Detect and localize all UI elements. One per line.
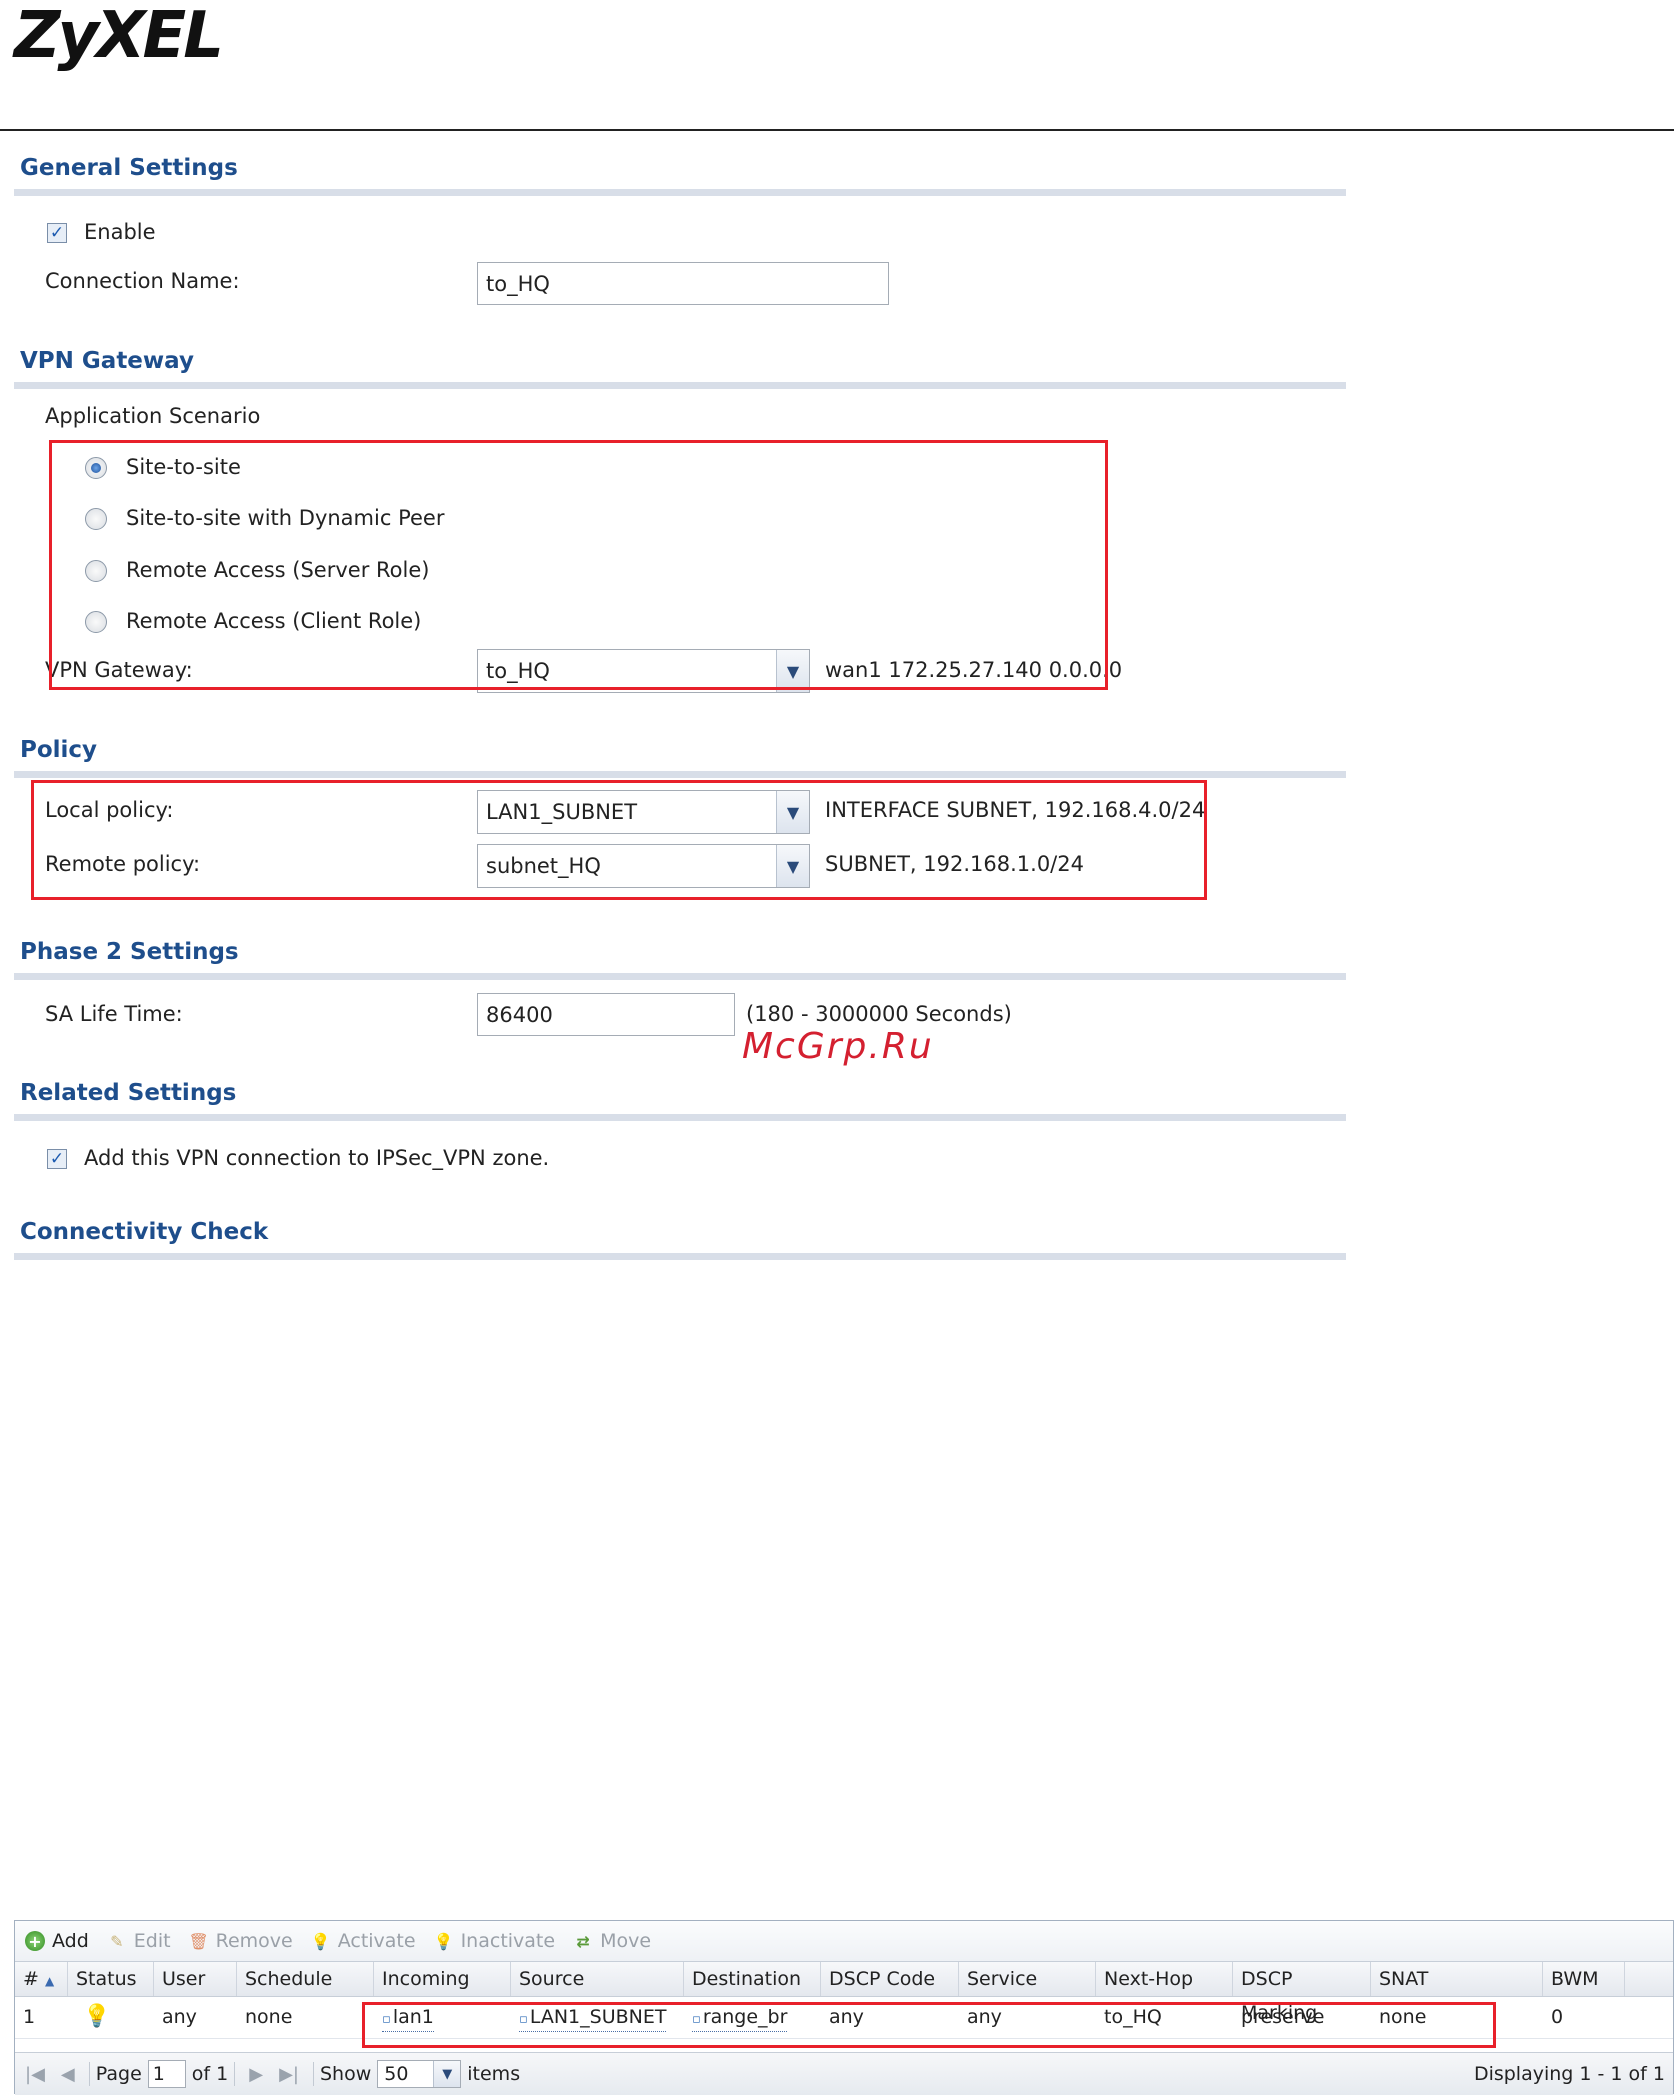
page-number-input[interactable]: 1 [147, 2060, 186, 2088]
inactivate-button[interactable]: 💡 Inactivate [433, 1930, 555, 1952]
enable-checkbox[interactable]: ✓ [47, 223, 67, 243]
column-header-schedule[interactable]: Schedule [237, 1962, 374, 1996]
column-header-number[interactable]: # ▲ [15, 1962, 68, 1996]
connectivity-check-title: Connectivity Check [20, 1219, 269, 1245]
grid-pager: |◀ ◀ Page 1 of 1 ▶ ▶| Show 50 ▼ items Di… [15, 2052, 1673, 2095]
column-header-snat[interactable]: SNAT [1371, 1962, 1543, 1996]
column-header-user[interactable]: User [154, 1962, 237, 1996]
column-header-source[interactable]: Source [511, 1962, 684, 1996]
ipsec-zone-checkbox[interactable]: ✓ [47, 1149, 67, 1169]
enable-label: Enable [84, 220, 156, 244]
last-page-icon[interactable]: ▶| [279, 2064, 299, 2085]
lightbulb-off-icon: 💡 [433, 1931, 454, 1951]
sa-life-time-label: SA Life Time: [45, 1002, 183, 1026]
cell-user: any [162, 2006, 197, 2028]
first-page-icon[interactable]: |◀ [25, 2064, 45, 2085]
separator [312, 2062, 314, 2086]
section-divider [14, 973, 1346, 980]
section-divider [14, 1114, 1346, 1121]
separator [88, 2062, 90, 2086]
vpn-gateway-title: VPN Gateway [20, 348, 194, 374]
connection-name-value: to_HQ [486, 271, 550, 296]
grid-toolbar: + Add ✎ Edit 🗑 Remove 💡 Activate 💡 Inact… [15, 1921, 1673, 1961]
displaying-count: Displaying 1 - 1 of 1 [1473, 2063, 1665, 2085]
cell-bwm: 0 [1551, 2006, 1564, 2028]
edit-icon: ✎ [110, 1931, 124, 1951]
items-label: items [467, 2063, 521, 2085]
column-header-service[interactable]: Service [959, 1962, 1096, 1996]
column-header-status[interactable]: Status [68, 1962, 154, 1996]
status-lightbulb-icon: 💡 [83, 2004, 111, 2029]
policy-title: Policy [20, 737, 98, 763]
grid-header: # ▲ Status User Schedule Incoming Source… [15, 1961, 1673, 2024]
application-scenario-label: Application Scenario [45, 404, 261, 428]
highlight-box [362, 2002, 1496, 2048]
page-size-value: 50 [384, 2063, 409, 2085]
section-divider [14, 382, 1346, 389]
ipsec-zone-label: Add this VPN connection to IPSec_VPN zon… [84, 1146, 550, 1170]
column-header-destination[interactable]: Destination [684, 1962, 821, 1996]
column-header-bwm[interactable]: BWM [1543, 1962, 1625, 1996]
lightbulb-on-icon: 💡 [310, 1931, 331, 1951]
sa-life-time-value: 86400 [486, 1002, 553, 1027]
cell-schedule: none [245, 2006, 293, 2028]
connection-name-input[interactable]: to_HQ [477, 262, 889, 305]
edit-button[interactable]: ✎ Edit [107, 1930, 171, 1952]
move-icon: ⇄ [576, 1931, 590, 1951]
section-divider [14, 189, 1346, 196]
show-label: Show [319, 2063, 372, 2085]
chevron-down-icon[interactable]: ▼ [433, 2061, 461, 2087]
column-header-dscp-marking[interactable]: DSCP Marking [1233, 1962, 1371, 2024]
connection-name-label: Connection Name: [45, 269, 240, 293]
separator [234, 2062, 236, 2086]
add-icon: + [25, 1931, 45, 1951]
column-header-dscp-code[interactable]: DSCP Code [821, 1962, 959, 1996]
column-header-next-hop[interactable]: Next-Hop [1096, 1962, 1233, 1996]
header-divider [0, 129, 1674, 131]
add-button[interactable]: + Add [25, 1930, 89, 1952]
general-settings-title: General Settings [20, 155, 238, 181]
page-count-label: of 1 [191, 2063, 229, 2085]
row-number: 1 [23, 2006, 36, 2028]
highlight-box [49, 440, 1108, 690]
trash-icon: 🗑 [188, 1931, 209, 1951]
move-button[interactable]: ⇄ Move [573, 1930, 651, 1952]
related-settings-title: Related Settings [20, 1080, 237, 1106]
phase2-settings-title: Phase 2 Settings [20, 939, 239, 965]
previous-page-icon[interactable]: ◀ [61, 2064, 75, 2085]
page-size-select[interactable]: 50 ▼ [377, 2060, 462, 2088]
activate-button[interactable]: 💡 Activate [311, 1930, 416, 1952]
section-divider [14, 771, 1346, 778]
column-header-incoming[interactable]: Incoming [374, 1962, 511, 1996]
highlight-box [31, 780, 1207, 900]
zyxel-logo: ZyXEL [14, 0, 224, 73]
section-divider [14, 1253, 1346, 1260]
page-label: Page [95, 2063, 142, 2085]
next-page-icon[interactable]: ▶ [249, 2064, 263, 2085]
sa-life-time-input[interactable]: 86400 [477, 993, 735, 1036]
sa-life-time-hint: (180 - 3000000 Seconds) [746, 1002, 1012, 1026]
sort-ascending-icon: ▲ [44, 1974, 55, 1988]
watermark: McGrp.Ru [742, 1026, 934, 1067]
remove-button[interactable]: 🗑 Remove [188, 1930, 292, 1952]
